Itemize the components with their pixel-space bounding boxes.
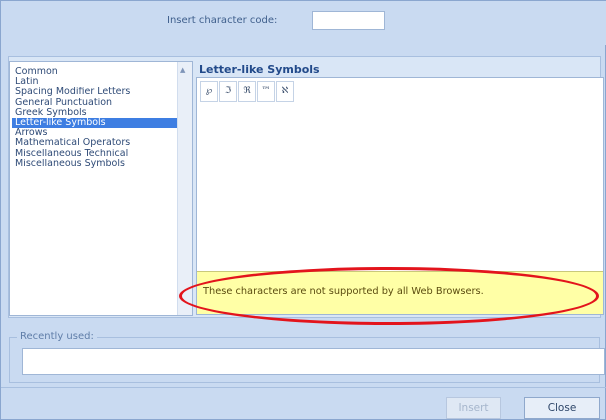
symbol-cell[interactable]: ™ [257,81,275,102]
symbols-title: Letter-like Symbols [199,63,320,76]
symbol-cell[interactable]: ℜ [238,81,256,102]
recently-used-label: Recently used: [17,331,97,342]
character-code-input[interactable] [312,11,385,30]
category-item-arrows[interactable]: Arrows [12,128,180,138]
character-map-dialog: Insert character code: Common Latin Spac… [0,0,606,420]
character-code-row: Insert character code: [1,1,606,45]
symbol-grid: ℘ ℑ ℜ ™ ℵ [200,81,295,102]
category-item-miscellaneous-technical[interactable]: Miscellaneous Technical [12,149,180,159]
recently-used-group: Recently used: [9,331,605,383]
character-code-label: Insert character code: [167,15,278,26]
symbol-cell[interactable]: ℵ [276,81,294,102]
category-item-letter-like-symbols[interactable]: Letter-like Symbols [12,117,180,129]
scroll-up-arrow-icon[interactable]: ▲ [180,66,185,74]
category-item-miscellaneous-symbols[interactable]: Miscellaneous Symbols [12,159,180,169]
category-scrollbar[interactable]: ▲ [177,62,192,315]
symbol-cell[interactable]: ℘ [200,81,218,102]
category-list[interactable]: Common Latin Spacing Modifier Letters Ge… [9,61,193,316]
symbol-cell[interactable]: ℑ [219,81,237,102]
close-button[interactable]: Close [524,397,600,419]
category-item-spacing-modifier-letters[interactable]: Spacing Modifier Letters [12,87,180,97]
red-highlight-ellipse [179,267,599,325]
category-item-latin[interactable]: Latin [12,77,180,87]
footer-divider [1,387,606,388]
category-item-common[interactable]: Common [12,67,180,77]
category-item-general-punctuation[interactable]: General Punctuation [12,98,180,108]
category-item-greek-symbols[interactable]: Greek Symbols [12,108,180,118]
category-item-mathematical-operators[interactable]: Mathematical Operators [12,138,180,148]
category-items: Common Latin Spacing Modifier Letters Ge… [12,67,180,169]
insert-button[interactable]: Insert [446,397,501,419]
recently-used-box[interactable] [22,348,605,375]
